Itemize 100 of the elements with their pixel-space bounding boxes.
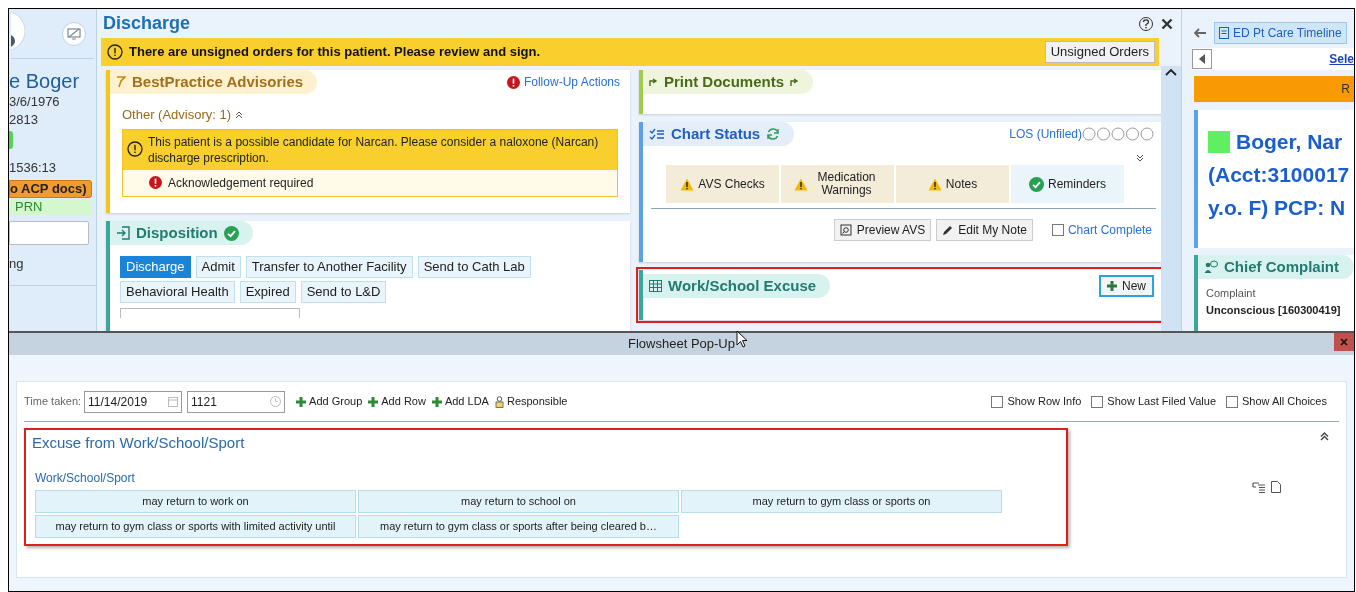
time-field[interactable]: 1121 — [187, 390, 286, 413]
status-tile[interactable]: AVS Checks — [666, 165, 779, 203]
group-title: Excuse from Work/School/Sport — [32, 433, 246, 453]
exit-icon — [116, 226, 130, 240]
expand-icon — [1136, 154, 1144, 162]
comment-button[interactable] — [1271, 481, 1281, 493]
new-button[interactable]: New — [1099, 275, 1154, 297]
collapse-button[interactable] — [1320, 432, 1329, 441]
plus-icon — [368, 396, 379, 407]
status-label: Reminders — [1048, 177, 1106, 191]
field-value: 1121 — [191, 393, 217, 411]
disposition-option[interactable]: Expired — [239, 281, 296, 303]
banner-text: There are unsigned orders for this patient. Please review and sign. — [129, 43, 541, 62]
rating-circles-icon — [1082, 127, 1154, 141]
checkbox-label: Show All Choices — [1242, 394, 1327, 410]
plus-icon — [1107, 281, 1117, 291]
alert-icon — [149, 176, 162, 189]
clock-icon — [270, 396, 282, 407]
status-text: ng — [9, 255, 25, 273]
status-tile[interactable]: Notes — [896, 165, 1009, 203]
toolbar-button[interactable]: Add Row — [368, 393, 426, 410]
group-title: Other (Advisory: 1) — [122, 106, 232, 124]
check-icon — [1029, 176, 1044, 192]
plus-icon — [431, 396, 442, 407]
patient-header-text: (Acct:3100017 — [1208, 161, 1350, 188]
close-icon — [1161, 17, 1173, 30]
disposition-option[interactable]: Send to Cath Lab — [417, 256, 531, 278]
code-badge: PRN — [9, 199, 92, 215]
field-value: Unconscious [160300419] — [1206, 302, 1342, 318]
preview-avs-button[interactable]: Preview AVS — [833, 219, 932, 241]
patient-name: e Boger — [9, 69, 81, 93]
arrow-icon — [790, 77, 799, 87]
cursor-icon — [736, 330, 748, 348]
toolbar-button[interactable]: Responsible — [494, 393, 568, 410]
disposition-option[interactable]: Send to L&D — [300, 281, 387, 303]
section-title: Print Documents — [664, 71, 784, 92]
row-info-button[interactable] — [1252, 481, 1265, 493]
choice-button[interactable]: may return to gym class or sports with limited activity until — [35, 514, 356, 538]
checkbox[interactable] — [1226, 395, 1238, 408]
section-title: Chief Complaint — [1224, 256, 1339, 277]
preview-icon — [839, 224, 852, 236]
calendar-icon — [168, 396, 179, 407]
choice-button[interactable]: may return to school on — [358, 489, 679, 513]
warning-icon — [793, 177, 808, 191]
time-text: 1536:13 — [9, 159, 57, 177]
document-icon — [1271, 481, 1281, 493]
edit-note-button[interactable]: Edit My Note — [936, 219, 1033, 241]
toolbar-button[interactable]: Add LDA — [431, 393, 489, 410]
person-bubble-icon — [1204, 260, 1218, 274]
person-icon — [494, 395, 504, 408]
checkbox[interactable] — [1051, 224, 1064, 236]
back-arrow-icon — [1194, 28, 1206, 38]
checkbox[interactable] — [991, 395, 1004, 408]
arrow-icon — [649, 77, 658, 87]
acknowledgement-text: Acknowledgement required — [168, 174, 314, 192]
status-square — [1208, 130, 1230, 153]
date-field[interactable]: 11/14/2019 — [84, 390, 183, 413]
select-link[interactable]: Sele — [1329, 50, 1354, 68]
section-title: Work/School Excuse — [668, 275, 817, 296]
table-icon — [649, 280, 662, 292]
disposition-option[interactable]: Behavioral Health — [120, 281, 235, 303]
no-photo-button[interactable] — [62, 21, 86, 46]
choice-button[interactable]: may return to gym class or sports on — [681, 489, 1002, 513]
acp-badge: o ACP docs) — [9, 180, 92, 198]
disposition-option[interactable]: Admit — [195, 256, 241, 278]
collapse-icon — [1320, 432, 1329, 441]
patient-header-text: y.o. F) PCP: N — [1208, 194, 1346, 221]
checkbox-label: Show Row Info — [1007, 394, 1082, 410]
status-tile[interactable]: Medication Warnings — [781, 165, 894, 203]
patient-header-text: Boger, Nar — [1236, 128, 1343, 155]
los-link[interactable]: LOS (Unfiled) — [1009, 125, 1082, 143]
follow-up-link[interactable]: Follow-Up Actions — [523, 73, 620, 91]
advisory-text: This patient is a possible candidate for Narcan. Please consider a naloxone (Narcan) discharge prescription. — [148, 133, 600, 166]
previous-button[interactable] — [1192, 49, 1212, 69]
scrollbar[interactable] — [1161, 66, 1181, 331]
choice-button[interactable]: may return to gym class or sports after being cleared b… — [358, 514, 679, 538]
chevron-up-icon — [1165, 68, 1177, 76]
checkbox-label: Show Last Filed Value — [1107, 394, 1216, 410]
status-tile[interactable]: Reminders — [1011, 165, 1124, 203]
record-number: 2813 — [9, 111, 39, 129]
timeline-tab[interactable]: ED Pt Care Timeline — [1214, 22, 1347, 44]
refresh-icon — [766, 127, 781, 141]
alert-bar-text: R — [1341, 81, 1350, 98]
choice-button[interactable]: may return to work on — [35, 489, 356, 513]
section-title: Disposition — [136, 222, 218, 243]
document-icon — [1219, 27, 1229, 39]
help-icon — [1142, 18, 1150, 29]
field-label: Complaint — [1206, 286, 1257, 301]
close-button[interactable] — [1161, 17, 1173, 30]
status-label: Medication Warnings — [816, 171, 877, 197]
toolbar-button[interactable]: Add Group — [296, 393, 363, 410]
unsigned-orders-button[interactable]: Unsigned Orders — [1044, 41, 1155, 64]
window-title: Flowsheet Pop-Up — [628, 335, 735, 354]
disposition-option[interactable]: Discharge — [120, 256, 191, 278]
checkbox[interactable] — [1091, 395, 1104, 408]
disposition-option[interactable]: Transfer to Another Facility — [245, 256, 413, 278]
monitor-icon — [67, 27, 81, 40]
alert-icon — [127, 140, 143, 157]
field-value: 11/14/2019 — [88, 393, 148, 411]
birth-date: 3/6/1976 — [9, 93, 61, 111]
